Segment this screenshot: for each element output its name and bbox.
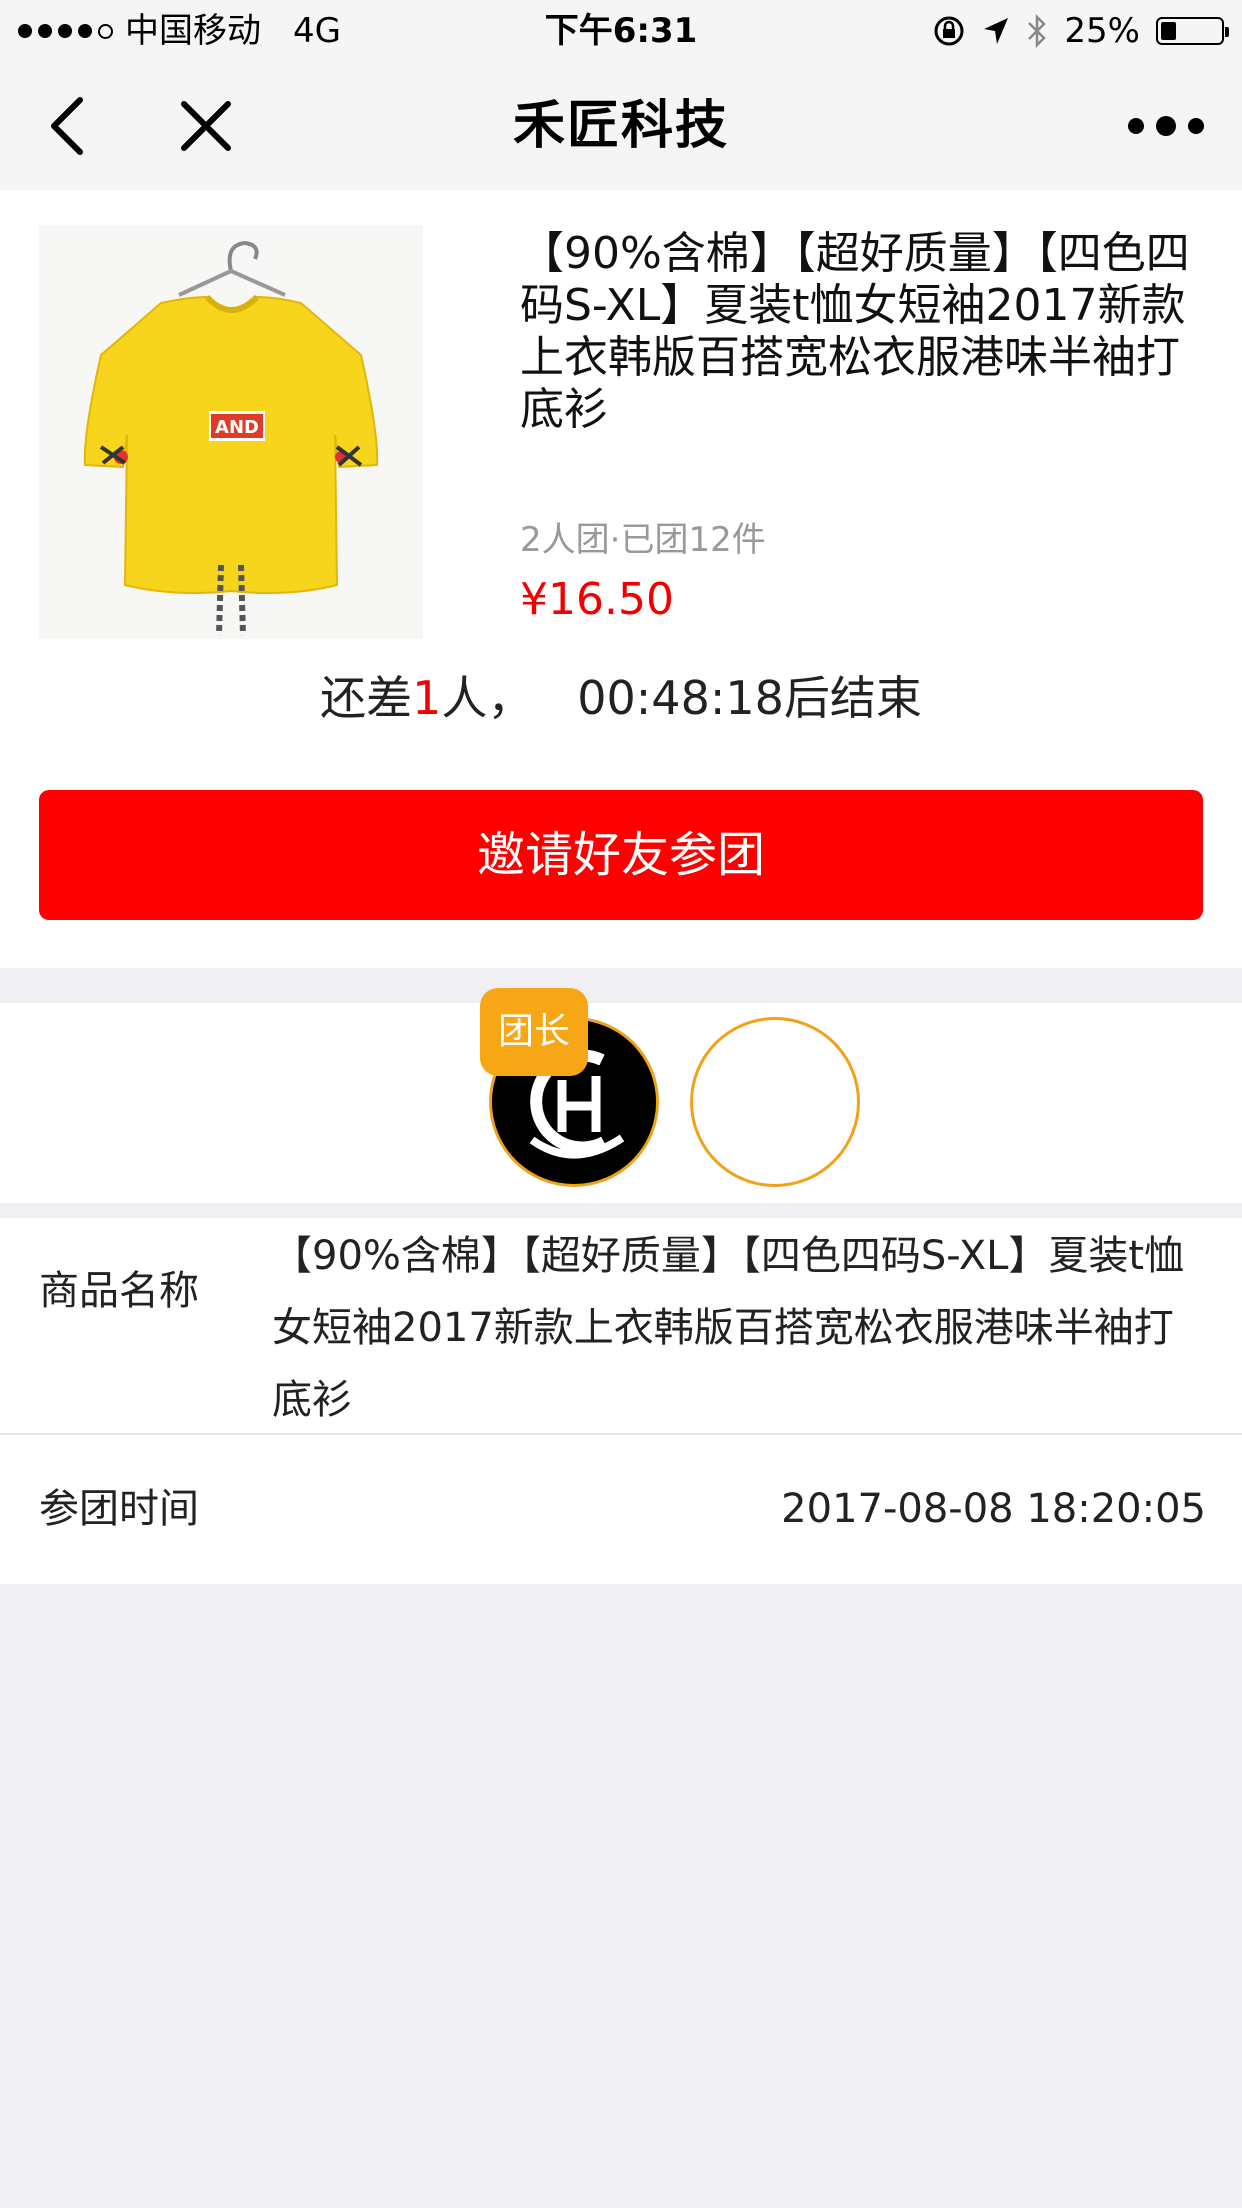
product-name-label: 商品名称 [39, 1268, 199, 1314]
countdown-suffix: 后结束 [783, 671, 922, 725]
more-dots-icon[interactable] [1126, 108, 1206, 144]
product-card: AND 【90%含棉】【超好质量】【四色四码S-XL】夏装t恤女短袖2017新款… [0, 190, 1242, 968]
product-title[interactable]: 【90%含棉】【超好质量】【四色四码S-XL】夏装t恤女短袖2017新款上衣韩版… [520, 228, 1210, 436]
status-bar: 中国移动 4G 下午6:31 25% [0, 0, 1242, 62]
countdown-prefix: 还差 [320, 671, 413, 725]
rotation-lock-icon [934, 16, 964, 46]
group-info: 2人团·已团12件 [520, 520, 766, 560]
shirt-print-text: AND [215, 417, 259, 438]
join-time-value: 2017-08-08 18:20:05 [781, 1486, 1206, 1532]
countdown-middle: 人， [441, 671, 534, 725]
bluetooth-icon [1028, 13, 1047, 49]
product-image[interactable]: AND [39, 225, 423, 639]
location-arrow-icon [984, 18, 1009, 44]
tshirt-image: AND [39, 225, 423, 639]
empty-member-slot[interactable] [690, 1017, 860, 1187]
battery-percent: 25% [1064, 11, 1140, 51]
countdown-text: 还差1人， 00:48:18后结束 [0, 668, 1242, 728]
status-bar-right: 25% [932, 10, 1229, 52]
page-title: 禾匠科技 [512, 96, 729, 156]
divider [0, 1433, 1242, 1435]
order-info: 商品名称 【90%含棉】【超好质量】【四色四码S-XL】夏装t恤女短袖2017新… [0, 1218, 1242, 1584]
people-needed: 1 [412, 671, 442, 725]
countdown-timer: 00:48:18 [577, 671, 784, 725]
invite-friends-button[interactable]: 邀请好友参团 [39, 790, 1203, 920]
product-name-value: 【90%含棉】【超好质量】【四色四码S-XL】夏装t恤女短袖2017新款上衣韩版… [272, 1233, 1185, 1423]
group-members: 团长 [0, 988, 1242, 1203]
nav-bar: 禾匠科技 [0, 62, 1242, 190]
battery-icon [1156, 17, 1229, 45]
join-time-label: 参团时间 [39, 1486, 199, 1532]
product-price: ¥16.50 [520, 574, 674, 625]
leader-badge: 团长 [480, 988, 588, 1076]
